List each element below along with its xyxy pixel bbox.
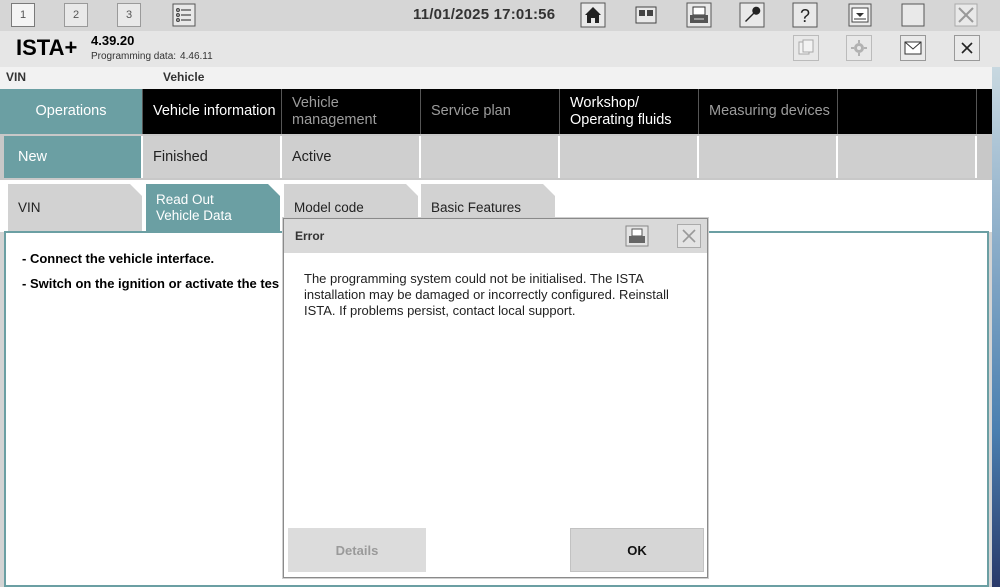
close-icon[interactable] — [677, 224, 701, 248]
nav-label: Operations — [35, 103, 107, 119]
nav-measuring-devices[interactable]: Measuring devices — [699, 89, 838, 134]
subnav-empty — [838, 136, 977, 178]
nav-workshop-operating-fluids[interactable]: Workshop/ Operating fluids — [560, 89, 699, 134]
window-tab-3[interactable]: 3 — [117, 3, 141, 27]
print-icon[interactable] — [686, 2, 712, 28]
tab-read-out-vehicle-data[interactable]: Read Out Vehicle Data — [146, 184, 280, 232]
copy-icon[interactable] — [793, 35, 819, 61]
subnav-label: Finished — [153, 149, 208, 165]
nav-label: Workshop/ Operating fluids — [570, 94, 672, 128]
subnav-label: New — [18, 149, 48, 165]
programming-data-version: 4.46.11 — [180, 51, 213, 62]
tab-label: Model code — [294, 200, 364, 215]
sub-navigation: New Finished Active — [0, 134, 1000, 180]
nav-label: Vehicle information — [153, 103, 276, 119]
app-brand: ISTA+ — [16, 35, 78, 60]
subnav-empty — [421, 136, 560, 178]
window-tab-label: 1 — [19, 9, 27, 21]
ok-button[interactable]: OK — [570, 528, 704, 572]
svg-text:?: ? — [800, 6, 810, 26]
tab-label: VIN — [18, 200, 41, 215]
subnav-active[interactable]: Active — [282, 136, 421, 178]
window-tab-1[interactable]: 1 — [11, 3, 35, 27]
window-icon[interactable] — [900, 2, 926, 28]
dialog-message: The programming system could not be init… — [304, 271, 669, 318]
instruction-line: - Switch on the ignition or activate the… — [22, 276, 280, 291]
window-tab-label: 3 — [125, 9, 133, 21]
nav-operations[interactable]: Operations — [0, 89, 143, 134]
split-view-icon[interactable] — [633, 2, 659, 28]
nav-label: Measuring devices — [709, 103, 830, 119]
home-icon[interactable] — [580, 2, 606, 28]
tab-label: Basic Features — [431, 200, 522, 215]
subnav-finished[interactable]: Finished — [143, 136, 282, 178]
dialog-title: Error — [295, 229, 325, 243]
subnav-empty — [699, 136, 838, 178]
desktop-edge — [992, 67, 1000, 587]
tab-vin[interactable]: VIN — [8, 184, 142, 232]
subnav-label: Active — [292, 149, 332, 165]
nav-vehicle-information[interactable]: Vehicle information — [143, 89, 282, 134]
list-icon[interactable] — [171, 2, 197, 28]
main-navigation: Operations Vehicle information Vehicle m… — [0, 89, 1000, 134]
vin-label: VIN — [6, 70, 27, 84]
mail-icon[interactable] — [900, 35, 926, 61]
print-icon[interactable] — [624, 223, 650, 249]
tab-label: Read Out Vehicle Data — [156, 192, 232, 223]
wrench-icon[interactable] — [739, 2, 765, 28]
programming-data-label: Programming data: — [91, 51, 177, 62]
datetime-display: 11/01/2025 17:01:56 — [413, 6, 556, 23]
vehicle-strip: VIN Vehicle — [0, 67, 1000, 89]
nav-vehicle-management[interactable]: Vehicle management — [282, 89, 421, 134]
close-icon[interactable] — [953, 2, 979, 28]
nav-label: Vehicle management — [292, 94, 377, 128]
app-version: 4.39.20 — [91, 33, 135, 48]
app-header: ISTA+ 4.39.20 Programming data: 4.46.11 — [0, 31, 1000, 67]
subnav-empty — [560, 136, 699, 178]
instruction-line: - Connect the vehicle interface. — [22, 251, 215, 266]
nav-label: Service plan — [431, 103, 511, 119]
window-tab-label: 2 — [72, 9, 80, 21]
error-dialog: Error The programming system could not b… — [283, 218, 708, 578]
nav-service-plan[interactable]: Service plan — [421, 89, 560, 134]
dialog-titlebar: Error — [284, 219, 707, 253]
details-button[interactable]: Details — [288, 528, 426, 572]
help-icon[interactable]: ? — [792, 2, 818, 28]
nav-empty — [838, 89, 977, 134]
programming-data: Programming data: 4.46.11 — [91, 51, 213, 62]
window-tab-2[interactable]: 2 — [64, 3, 88, 27]
download-icon[interactable] — [847, 2, 873, 28]
close-icon[interactable] — [954, 35, 980, 61]
gear-icon[interactable] — [846, 35, 872, 61]
subnav-new[interactable]: New — [4, 136, 143, 178]
top-toolbar: 1 2 3 11/01/2025 17:01:56 ? — [0, 0, 1000, 32]
vehicle-label: Vehicle — [163, 70, 205, 84]
